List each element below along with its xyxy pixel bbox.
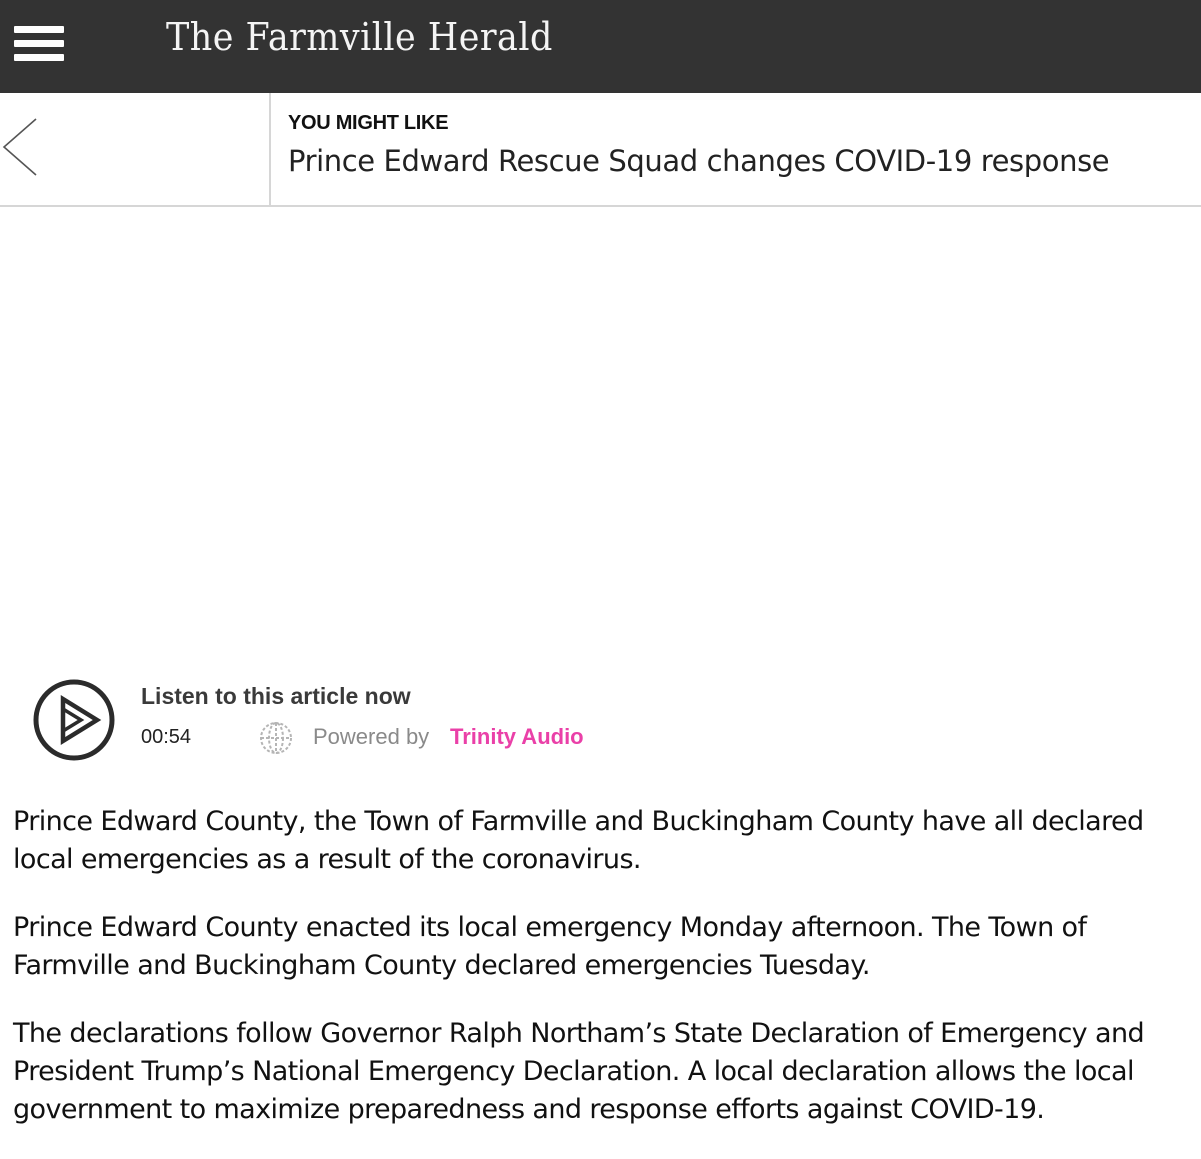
powered-by-label: Powered by: [313, 724, 430, 749]
menu-bar-top: [14, 26, 64, 33]
article-paragraph: Prince Edward County, the Town of Farmvi…: [13, 806, 1144, 875]
article-paragraph: The declarations follow Governor Ralph N…: [13, 1018, 1145, 1125]
site-logo[interactable]: The Farmville Herald: [166, 11, 553, 63]
menu-bar-middle: [14, 40, 64, 47]
player-title: Listen to this article now: [141, 683, 411, 709]
menu-bar-bottom: [14, 54, 64, 61]
related-article-link[interactable]: Prince Edward Rescue Squad changes COVID…: [288, 144, 1110, 178]
chevron-left-icon: [2, 118, 37, 176]
related-kicker: YOU MIGHT LIKE: [288, 112, 449, 134]
article-paragraph: Prince Edward County enacted its local e…: [13, 912, 1087, 981]
you-might-like-bar: YOU MIGHT LIKE Prince Edward Rescue Squa…: [0, 93, 1201, 207]
hamburger-menu-icon[interactable]: [14, 26, 64, 62]
audio-player: Listen to this article now 00:54 Powered…: [30, 675, 730, 765]
previous-article-button[interactable]: [0, 93, 271, 205]
trinity-audio-link[interactable]: Trinity Audio: [450, 724, 584, 750]
site-header: The Farmville Herald: [0, 0, 1201, 93]
globe-icon[interactable]: [259, 721, 293, 755]
ad-placeholder: [0, 207, 1201, 667]
article-body: Prince Edward County, the Town of Farmvi…: [13, 803, 1188, 1159]
play-icon[interactable]: [33, 679, 115, 761]
player-duration: 00:54: [141, 726, 192, 748]
